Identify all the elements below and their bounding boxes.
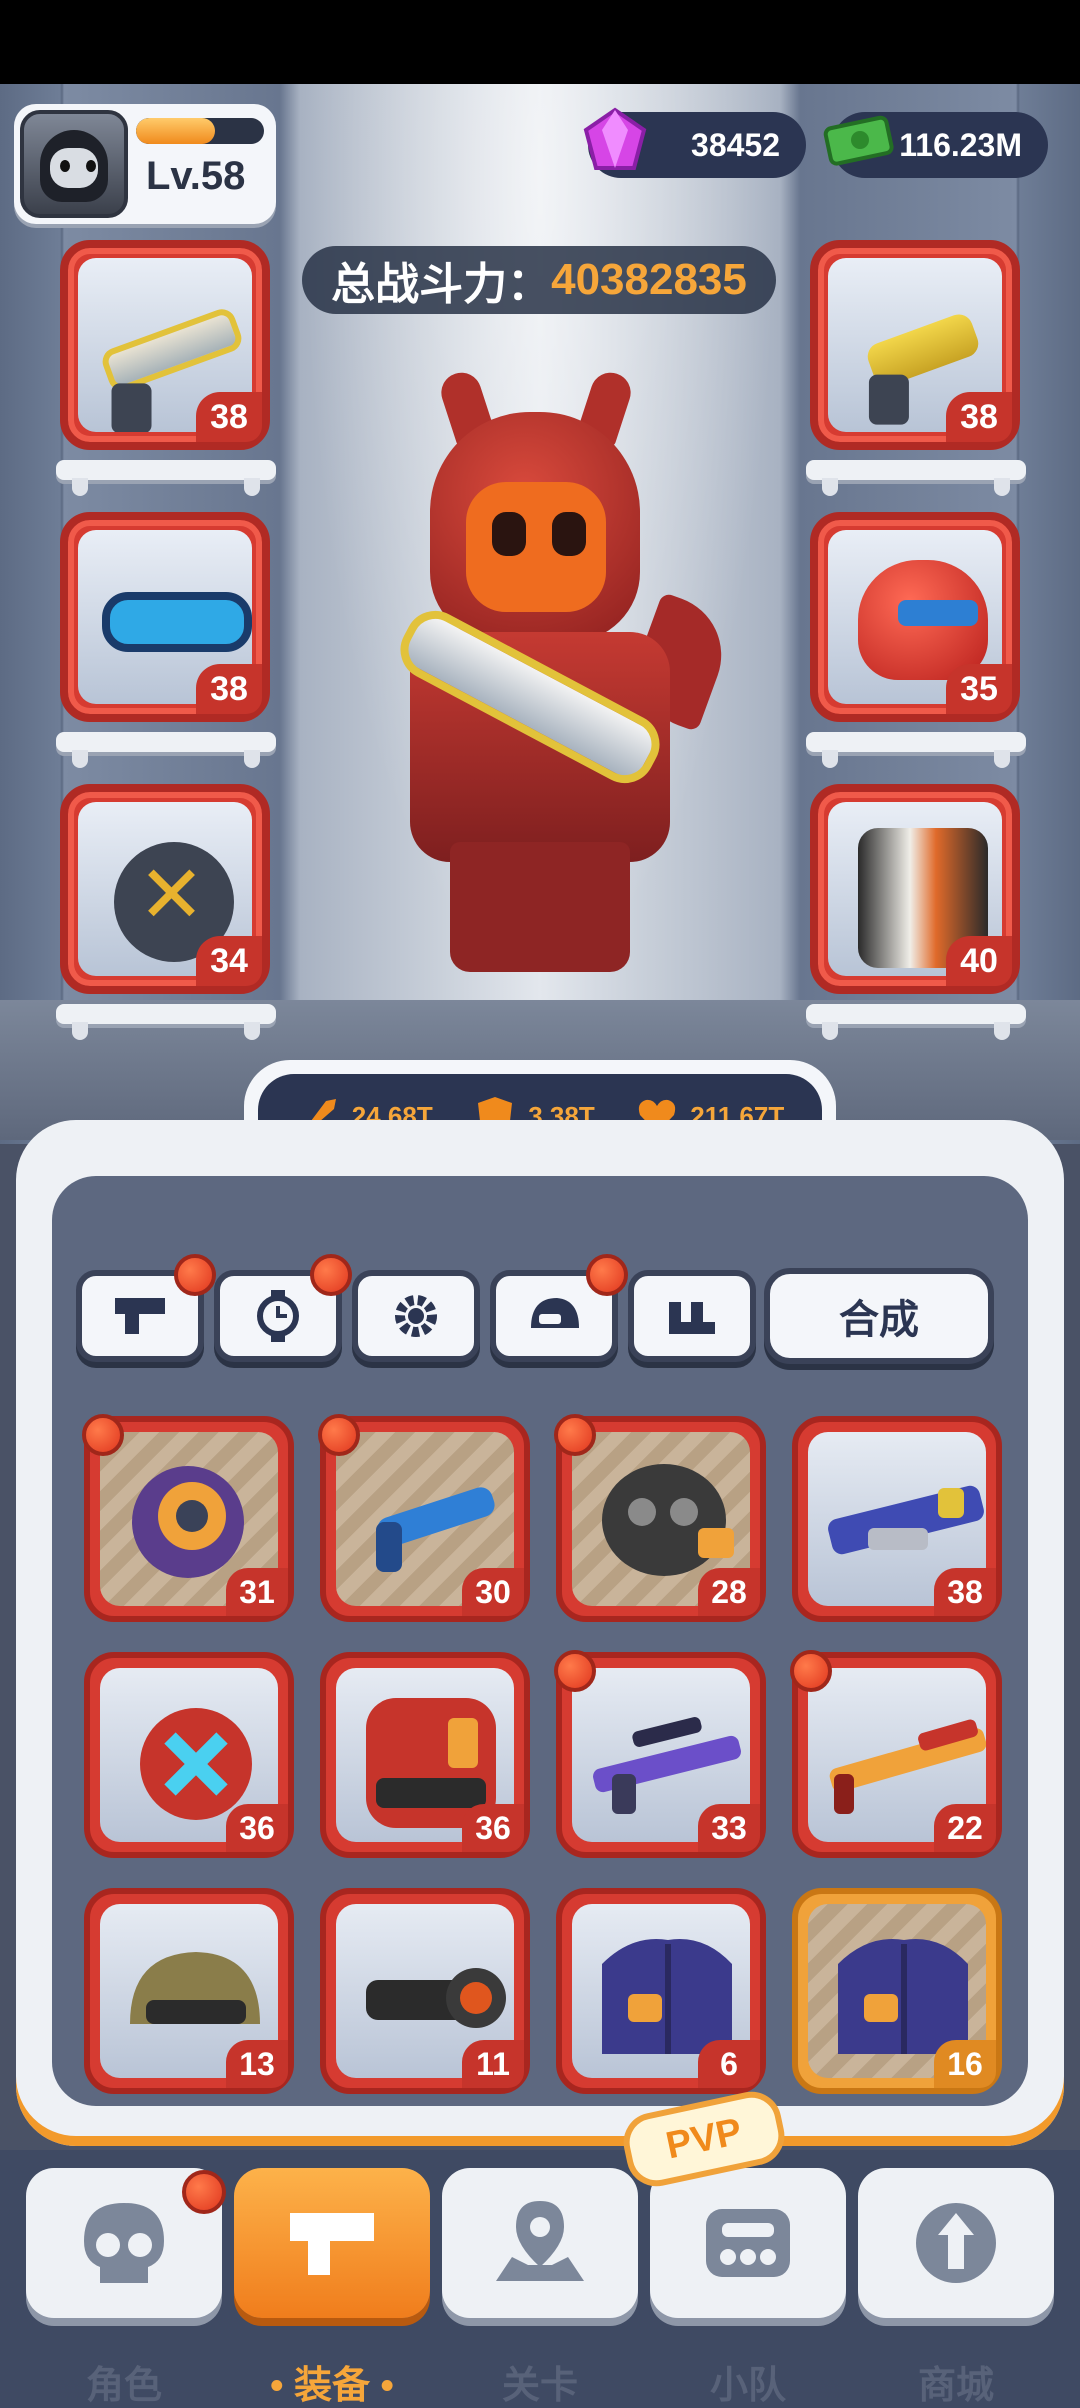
inventory-item[interactable]: 38: [792, 1416, 1002, 1622]
helmet-icon: [531, 1298, 579, 1328]
tab-gear[interactable]: [352, 1270, 480, 1362]
team-icon: [706, 2209, 790, 2277]
tab-boots[interactable]: [628, 1270, 756, 1362]
slot-level: 40: [946, 936, 1012, 986]
nav-equipment[interactable]: [234, 2168, 430, 2318]
equipped-slot-goggles[interactable]: 38: [60, 512, 270, 722]
item-level: 16: [934, 2040, 996, 2088]
item-level: 33: [698, 1804, 760, 1852]
nav-team[interactable]: [650, 2168, 846, 2318]
item-level: 36: [462, 1804, 524, 1852]
shelf: [806, 732, 1026, 768]
total-power: 总战斗力： 40382835: [302, 246, 776, 314]
slot-level: 38: [196, 392, 262, 442]
status-bar: [0, 0, 1080, 84]
cash-amount: 116.23M: [899, 126, 1022, 163]
nav-team-label: 小队: [709, 2365, 786, 2407]
xp-bar: [136, 118, 264, 144]
inventory-item[interactable]: 36: [320, 1652, 530, 1858]
inventory-item[interactable]: 28: [554, 1414, 766, 1622]
item-level: 28: [698, 1568, 760, 1616]
player-profile[interactable]: Lv.58: [14, 104, 276, 224]
gem-counter[interactable]: 38452: [583, 107, 806, 178]
helmet-icon: [858, 560, 988, 680]
bottom-navigation: 角色 • 装备 • 关卡 小队 商城: [0, 2150, 1080, 2408]
gun-icon: [115, 1298, 165, 1334]
new-badge: [82, 1414, 124, 1456]
total-power-value: 40382835: [551, 255, 747, 304]
nav-character-badge: [182, 2170, 226, 2214]
inventory-item[interactable]: 16: [792, 1888, 1002, 2094]
new-badge: [554, 1650, 596, 1692]
slot-level: 38: [196, 664, 262, 714]
skull-icon: [84, 2203, 164, 2283]
inventory-area: 合成 31 30 28 38 36 36 33 22 13 11 6 16: [52, 1176, 1028, 2106]
slot-level: 35: [946, 664, 1012, 714]
nav-equipment-label: • 装备 •: [270, 2365, 394, 2407]
inventory-item[interactable]: 30: [318, 1414, 530, 1622]
item-level: 36: [226, 1804, 288, 1852]
cash-icon: [823, 115, 894, 166]
goggles-icon: [102, 592, 252, 652]
watch-icon: [257, 1290, 299, 1342]
boots-icon: [669, 1302, 715, 1334]
inventory-item[interactable]: 13: [84, 1888, 294, 2094]
nav-shop[interactable]: [858, 2168, 1054, 2318]
cash-counter[interactable]: 116.23M: [823, 112, 1048, 178]
item-level: 6: [698, 2040, 760, 2088]
shop-icon: [916, 2203, 996, 2283]
tab-weapons-badge: [174, 1254, 216, 1296]
item-level: 22: [934, 1804, 996, 1852]
inventory-panel: 合成 31 30 28 38 36 36 33 22 13 11 6 16: [16, 1120, 1064, 2146]
item-level: 13: [226, 2040, 288, 2088]
total-power-label: 总战斗力：: [331, 260, 552, 309]
equipped-slot-blaster[interactable]: 38: [60, 240, 270, 450]
nav-character-label: 角色: [85, 2365, 162, 2407]
shelf: [56, 460, 276, 496]
gear-icon: [395, 1295, 437, 1337]
equipped-slot-ammo-drum[interactable]: 34: [60, 784, 270, 994]
inventory-item[interactable]: 33: [554, 1650, 766, 1858]
item-level: 11: [462, 2040, 524, 2088]
item-level: 30: [462, 1568, 524, 1616]
avatar[interactable]: [20, 110, 128, 218]
inventory-item[interactable]: 6: [556, 1888, 766, 2094]
character-model[interactable]: [380, 367, 739, 982]
inventory-item[interactable]: 11: [320, 1888, 530, 2094]
item-level: 31: [226, 1568, 288, 1616]
pistol-icon: [863, 310, 983, 390]
inventory-item[interactable]: 36: [84, 1652, 294, 1858]
tab-helmets-badge: [586, 1254, 628, 1296]
map-pin-icon: [496, 2201, 584, 2281]
shelf: [806, 460, 1026, 496]
gem-amount: 38452: [691, 126, 780, 163]
nav-shop-label: 商城: [917, 2365, 994, 2407]
merge-button[interactable]: 合成: [764, 1268, 994, 1364]
gem-icon: [583, 107, 647, 170]
new-badge: [318, 1414, 360, 1456]
new-badge: [790, 1650, 832, 1692]
shelf: [56, 732, 276, 768]
item-level: 38: [934, 1568, 996, 1616]
slot-level: 38: [946, 392, 1012, 442]
shelf: [56, 1004, 276, 1040]
equipped-slot-pistol[interactable]: 38: [810, 240, 1020, 450]
new-badge: [554, 1414, 596, 1456]
equipped-slot-armor[interactable]: 40: [810, 784, 1020, 994]
tab-accessories-badge: [310, 1254, 352, 1296]
player-level: Lv.58: [146, 154, 246, 198]
gun-icon: [290, 2213, 374, 2275]
shelf: [806, 1004, 1026, 1040]
blaster-icon: [98, 305, 246, 395]
nav-stages[interactable]: [442, 2168, 638, 2318]
equipped-slot-helmet[interactable]: 35: [810, 512, 1020, 722]
inventory-item[interactable]: 31: [82, 1414, 294, 1622]
slot-level: 34: [196, 936, 262, 986]
nav-stages-label: 关卡: [501, 2365, 578, 2407]
inventory-item[interactable]: 22: [790, 1650, 1002, 1858]
